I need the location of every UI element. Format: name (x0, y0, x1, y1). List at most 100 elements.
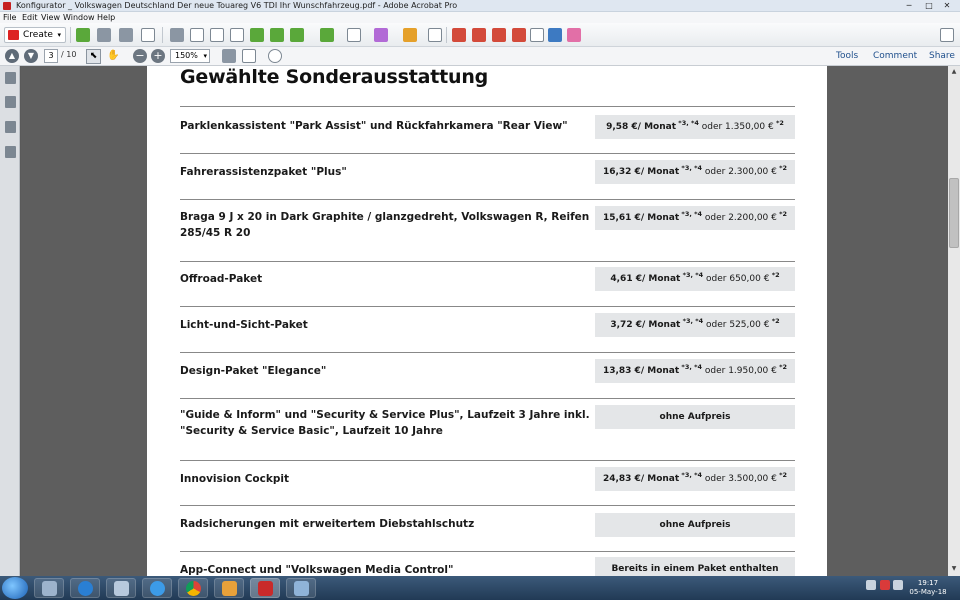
close-button[interactable]: ✕ (936, 0, 958, 12)
full-screen-icon[interactable] (242, 49, 256, 63)
combine-files-icon[interactable] (210, 28, 224, 42)
equipment-label: Radsicherungen mit erweitertem Diebstahl… (180, 518, 475, 530)
menu-file[interactable]: File (3, 12, 16, 23)
read-mode-icon[interactable] (268, 49, 282, 63)
zoom-level-select[interactable]: 150% ▾ (170, 49, 210, 63)
start-button[interactable] (2, 577, 28, 599)
next-page-icon[interactable]: ▼ (24, 49, 38, 63)
signatures-icon[interactable] (5, 146, 16, 158)
taskbar-app-acrobat[interactable] (250, 578, 280, 598)
toolbar-divider (446, 27, 447, 43)
action-icon[interactable] (548, 28, 562, 42)
equipment-row: Radsicherungen mit erweitertem Diebstahl… (180, 505, 795, 551)
navigation-toolbar: ▲ ▼ 3 / 10 ⬉ ✋ − + 150% ▾ Tools Comment … (0, 47, 960, 66)
save-icon[interactable] (97, 28, 111, 42)
taskbar-app[interactable] (34, 578, 64, 598)
media-player-icon (78, 581, 93, 596)
minimize-button[interactable]: ─ (898, 0, 920, 12)
download-icon[interactable] (270, 28, 284, 42)
tray-flag-icon[interactable] (880, 580, 890, 590)
taskbar-app[interactable] (70, 578, 100, 598)
chevron-down-icon: ▾ (203, 52, 207, 60)
scroll-up-icon[interactable]: ▲ (949, 67, 959, 77)
taskbar-app[interactable] (286, 578, 316, 598)
title-bar: Konfigurator _ Volkswagen Deutschland De… (0, 0, 960, 12)
scroll-down-icon[interactable]: ▼ (949, 564, 959, 574)
pdf-compare-icon[interactable] (512, 28, 526, 42)
equipment-label: Innovision Cockpit (180, 473, 289, 485)
taskbar-app[interactable] (214, 578, 244, 598)
equipment-price: 3,72 €/ Monat *3, *4 oder 525,00 € *2 (595, 313, 795, 337)
comment-pane-link[interactable]: Comment (873, 51, 917, 61)
highlight-icon[interactable] (374, 28, 388, 42)
form-icon[interactable] (347, 28, 361, 42)
paint-icon (294, 581, 309, 596)
briefcase-icon[interactable] (567, 28, 581, 42)
window-title: Konfigurator _ Volkswagen Deutschland De… (16, 1, 458, 10)
upload-icon[interactable] (250, 28, 264, 42)
export-icon[interactable] (230, 28, 244, 42)
equipment-label: App-Connect und "Volkswagen Media Contro… (180, 564, 454, 576)
select-tool-icon[interactable]: ⬉ (86, 49, 101, 64)
create-label: Create (23, 30, 53, 40)
settings-gear-icon[interactable] (170, 28, 184, 42)
tools-pane-link[interactable]: Tools (836, 51, 858, 61)
print-icon[interactable] (119, 28, 133, 42)
open-icon[interactable] (76, 28, 90, 42)
document-area: Gewählte Sonderausstattung Parklenkassis… (21, 66, 948, 576)
equipment-row: "Guide & Inform" und "Security & Service… (180, 398, 795, 460)
equipment-label: Offroad-Paket (180, 273, 263, 285)
vertical-scrollbar[interactable]: ▲ ▼ (948, 66, 960, 576)
chrome-icon (186, 581, 201, 596)
clock-date: 05-May-18 (909, 588, 947, 596)
hand-tool-icon[interactable]: ✋ (106, 49, 121, 64)
main-toolbar: Create ▾ (0, 23, 960, 47)
acrobat-icon (258, 581, 273, 596)
equipment-row: Innovision Cockpit 24,83 €/ Monat *3, *4… (180, 460, 795, 505)
email-icon[interactable] (141, 28, 155, 42)
share-pane-link[interactable]: Share (929, 51, 955, 61)
pdf-protect-icon[interactable] (472, 28, 486, 42)
collaborate-icon[interactable] (320, 28, 334, 42)
bookmarks-icon[interactable] (5, 96, 16, 108)
chevron-down-icon: ▾ (57, 31, 61, 39)
tray-chevron-icon[interactable] (866, 580, 876, 590)
pdf-optimize-icon[interactable] (492, 28, 506, 42)
zoom-in-icon[interactable]: + (151, 49, 165, 63)
attachments-icon[interactable] (5, 121, 16, 133)
menu-edit[interactable]: Edit (22, 12, 38, 23)
equipment-label: Braga 9 J x 20 in Dark Graphite / glanzg… (180, 211, 590, 239)
taskbar-app[interactable] (178, 578, 208, 598)
page-total: / 10 (61, 50, 77, 59)
zoom-level-value: 150% (175, 51, 198, 60)
equipment-price: ohne Aufpreis (595, 405, 795, 429)
taskbar-app[interactable] (106, 578, 136, 598)
equipment-price: 15,61 €/ Monat *3, *4 oder 2.200,00 € *2 (595, 206, 795, 230)
menu-help[interactable]: Help (97, 12, 115, 23)
equipment-price: ohne Aufpreis (595, 513, 795, 537)
measure-icon[interactable] (530, 28, 544, 42)
menu-window[interactable]: Window (63, 12, 95, 23)
clock-time: 19:17 (917, 579, 939, 587)
previous-page-icon[interactable]: ▲ (5, 49, 19, 63)
pdf-red-icon[interactable] (452, 28, 466, 42)
expand-icon[interactable] (940, 28, 954, 42)
equipment-row: Fahrerassistenzpaket "Plus" 16,32 €/ Mon… (180, 153, 795, 199)
file-manager-icon (42, 581, 57, 596)
sign-icon[interactable] (403, 28, 417, 42)
scrollbar-thumb[interactable] (949, 178, 959, 248)
menu-view[interactable]: View (41, 12, 60, 23)
tray-volume-icon[interactable] (893, 580, 903, 590)
layout-icon[interactable] (428, 28, 442, 42)
taskbar-clock[interactable]: 19:17 05-May-18 (906, 579, 950, 597)
create-button[interactable]: Create ▾ (4, 27, 66, 43)
refresh-icon[interactable] (290, 28, 304, 42)
taskbar-app[interactable] (142, 578, 172, 598)
page-thumbnails-icon[interactable] (5, 72, 16, 84)
fit-page-icon[interactable] (222, 49, 236, 63)
page-number-input[interactable]: 3 (44, 49, 58, 63)
document-icon[interactable] (190, 28, 204, 42)
zoom-out-icon[interactable]: − (133, 49, 147, 63)
toolbar-divider (70, 27, 71, 43)
equipment-row: Offroad-Paket 4,61 €/ Monat *3, *4 oder … (180, 261, 795, 306)
